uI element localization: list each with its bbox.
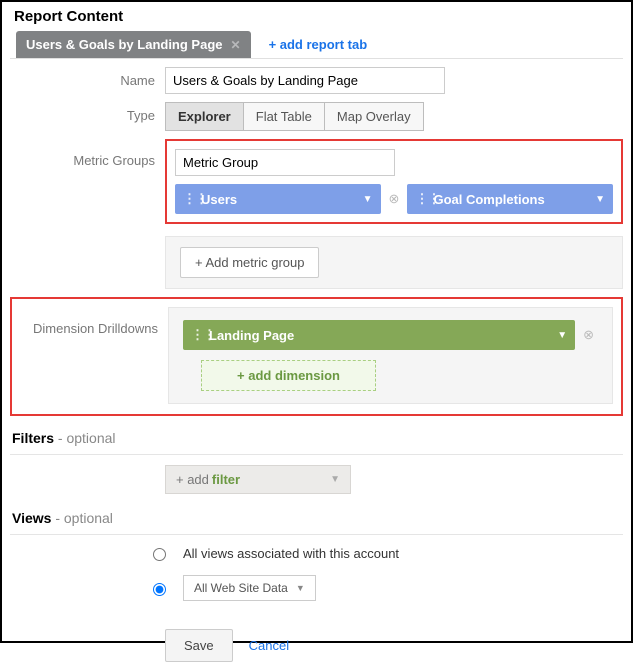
chevron-down-icon[interactable]: ▼ [595,194,605,205]
label-dimension-drilldowns: Dimension Drilldowns [20,307,168,336]
remove-metric-users[interactable]: ⊗ [385,191,404,207]
report-tabs: Users & Goals by Landing Page ✕ + add re… [10,31,623,59]
view-select-dropdown[interactable]: All Web Site Data ▼ [183,575,316,601]
chevron-down-icon[interactable]: ▼ [363,194,373,205]
chip-label: Landing Page [209,328,294,343]
chevron-down-icon: ▼ [296,583,305,593]
row-metric-groups: Metric Groups ⋮⋮ Users ▼ ⊗ ⋮⋮ Goal Compl… [10,139,623,289]
section-title: Report Content [10,8,623,25]
remove-dimension[interactable]: ⊗ [579,327,598,343]
add-filter-button[interactable]: + add filter ▼ [165,465,351,494]
form-actions: Save Cancel [165,629,623,662]
cancel-link[interactable]: Cancel [249,638,289,653]
views-radio-all: All views associated with this account [148,545,623,561]
metric-groups-highlight: ⋮⋮ Users ▼ ⊗ ⋮⋮ Goal Completions ▼ [165,139,623,224]
radio-all-views[interactable] [153,548,166,561]
type-map-overlay[interactable]: Map Overlay [324,102,424,131]
chip-label: Goal Completions [433,192,544,207]
metric-chip-goal-completions[interactable]: ⋮⋮ Goal Completions ▼ [407,184,613,214]
radio-label: All views associated with this account [183,546,399,561]
drag-handle-icon[interactable]: ⋮⋮ [191,327,201,343]
dimension-chip-landing-page[interactable]: ⋮⋮ Landing Page ▼ [183,320,575,350]
row-type: Type Explorer Flat Table Map Overlay [10,102,623,131]
radio-selected-view[interactable] [153,583,166,596]
metric-group-name-input[interactable] [175,149,395,176]
drag-handle-icon[interactable]: ⋮⋮ [183,191,193,207]
add-dimension-button[interactable]: + add dimension [201,360,376,391]
close-icon[interactable]: ✕ [231,38,241,52]
row-name: Name [10,67,623,94]
dimension-drilldowns-highlight: Dimension Drilldowns ⋮⋮ Landing Page ▼ ⊗… [10,297,623,416]
report-content-panel: Report Content Users & Goals by Landing … [0,0,633,643]
tab-label: Users & Goals by Landing Page [26,37,223,52]
report-name-input[interactable] [165,67,445,94]
chevron-down-icon[interactable]: ▼ [557,330,567,341]
save-button[interactable]: Save [165,629,233,662]
add-report-tab[interactable]: + add report tab [269,37,368,52]
filters-heading: Filters - optional [12,430,623,446]
type-flat-table[interactable]: Flat Table [243,102,325,131]
add-metric-group-box: + Add metric group [165,236,623,289]
drag-handle-icon[interactable]: ⋮⋮ [415,191,425,207]
chevron-down-icon: ▼ [330,474,340,485]
views-heading: Views - optional [12,510,623,526]
tab-active[interactable]: Users & Goals by Landing Page ✕ [16,31,251,58]
divider [10,534,623,535]
label-type: Type [10,102,165,123]
type-explorer[interactable]: Explorer [165,102,244,131]
views-radio-selected: All Web Site Data ▼ [148,575,623,601]
add-metric-group-button[interactable]: + Add metric group [180,247,319,278]
label-metric-groups: Metric Groups [10,139,165,168]
metric-chip-users[interactable]: ⋮⋮ Users ▼ [175,184,381,214]
label-name: Name [10,67,165,88]
divider [10,454,623,455]
